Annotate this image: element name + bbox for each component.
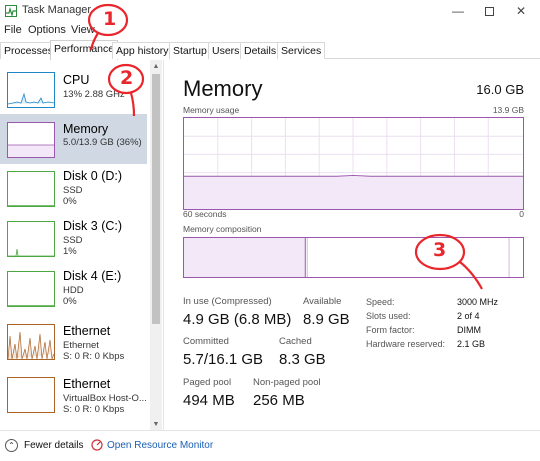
chevron-up-icon[interactable]: ⌃ xyxy=(5,439,18,452)
maximize-button[interactable] xyxy=(474,2,504,20)
memory-composition-label: Memory composition xyxy=(183,224,262,234)
hardware-reserved-label: Hardware reserved: xyxy=(366,339,446,349)
menu-options[interactable]: Options xyxy=(28,24,66,36)
cached-value: 8.3 GB xyxy=(279,351,326,368)
disk-thumbnail-graph xyxy=(7,271,55,307)
resource-name: Memory xyxy=(63,122,109,136)
tab-users[interactable]: Users xyxy=(208,42,244,59)
form-factor-label: Form factor: xyxy=(366,325,415,335)
tab-services[interactable]: Services xyxy=(277,42,326,59)
available-value: 8.9 GB xyxy=(303,311,350,328)
menu-bar: File Options View xyxy=(0,22,540,40)
annotation-number-1: 1 xyxy=(103,8,117,30)
composition-in-use xyxy=(184,238,306,277)
disk-thumbnail-graph xyxy=(7,171,55,207)
time-axis-left-label: 60 seconds xyxy=(183,209,227,219)
resource-item-disk-4[interactable]: Disk 4 (E:) HDD 0% xyxy=(0,265,147,315)
form-factor-value: DIMM xyxy=(457,325,481,335)
speed-value: 3000 MHz xyxy=(457,297,499,307)
maximize-icon xyxy=(484,6,494,16)
cached-label: Cached xyxy=(279,336,312,347)
resource-list: CPU 13% 2.88 GHz Memory 5.0/13.9 GB (36%… xyxy=(0,60,160,430)
ethernet-thumbnail-graph xyxy=(7,324,55,360)
resource-usage: 1% xyxy=(63,246,77,257)
memory-composition-bar xyxy=(183,237,524,278)
resource-detail: SSD xyxy=(63,235,83,246)
resource-name: Disk 4 (E:) xyxy=(63,269,122,283)
scroll-up-arrow-icon[interactable]: ▲ xyxy=(150,60,162,72)
resource-name: Disk 3 (C:) xyxy=(63,219,123,233)
slots-used-value: 2 of 4 xyxy=(457,311,480,321)
time-axis-right-label: 0 xyxy=(519,209,524,219)
resource-usage: 0% xyxy=(63,296,77,307)
resource-detail: 5.0/13.9 GB (36%) xyxy=(63,137,142,148)
close-button[interactable]: ✕ xyxy=(506,2,536,20)
menu-file[interactable]: File xyxy=(4,24,22,36)
resource-name: Ethernet xyxy=(63,324,111,338)
annotation-number-3: 3 xyxy=(433,239,447,261)
in-use-label: In use (Compressed) xyxy=(183,296,272,307)
paged-pool-label: Paged pool xyxy=(183,377,232,388)
memory-usage-area xyxy=(184,175,523,209)
tab-startup[interactable]: Startup xyxy=(169,42,211,59)
memory-usage-label: Memory usage xyxy=(183,105,240,115)
slots-used-label: Slots used: xyxy=(366,311,411,321)
memory-total: 16.0 GB xyxy=(476,82,524,97)
footer-bar: ⌃ Fewer details Open Resource Monitor xyxy=(0,430,540,461)
annotation-number-2: 2 xyxy=(120,67,134,89)
menu-view[interactable]: View xyxy=(71,24,95,36)
resource-list-scrollbar[interactable]: ▲ ▼ xyxy=(150,60,162,430)
resource-detail: Ethernet xyxy=(63,340,99,351)
tab-processes[interactable]: Processes xyxy=(0,42,58,59)
committed-value: 5.7/16.1 GB xyxy=(183,351,264,368)
minimize-button[interactable]: — xyxy=(443,2,473,20)
resource-detail: HDD xyxy=(63,285,84,296)
cpu-thumbnail-graph xyxy=(7,72,55,108)
resource-detail: SSD xyxy=(63,185,83,196)
non-paged-pool-value: 256 MB xyxy=(253,392,305,409)
scroll-down-arrow-icon[interactable]: ▼ xyxy=(150,418,162,430)
resource-name: Ethernet xyxy=(63,377,111,391)
committed-label: Committed xyxy=(183,336,229,347)
resource-usage: S: 0 R: 0 Kbps xyxy=(63,351,125,362)
tab-details[interactable]: Details xyxy=(240,42,281,59)
scrollbar-thumb[interactable] xyxy=(152,74,160,324)
resource-usage: 0% xyxy=(63,196,77,207)
task-manager-app-icon xyxy=(5,5,17,17)
resource-detail: VirtualBox Host-O... xyxy=(63,393,147,404)
memory-usage-max: 13.9 GB xyxy=(492,105,524,115)
memory-usage-graph xyxy=(183,117,524,210)
resource-item-disk-0[interactable]: Disk 0 (D:) SSD 0% xyxy=(0,165,147,215)
resource-item-memory[interactable]: Memory 5.0/13.9 GB (36%) xyxy=(0,114,147,164)
resource-item-disk-3[interactable]: Disk 3 (C:) SSD 1% xyxy=(0,215,147,265)
hardware-reserved-value: 2.1 GB xyxy=(457,339,486,349)
window-title: Task Manager xyxy=(22,4,92,16)
resource-name: CPU xyxy=(63,73,90,87)
speed-label: Speed: xyxy=(366,297,395,307)
task-manager-window: Task Manager — ✕ File Options View Proce… xyxy=(0,0,540,461)
resource-item-ethernet[interactable]: Ethernet Ethernet S: 0 R: 0 Kbps xyxy=(0,316,147,366)
memory-thumbnail-graph xyxy=(7,122,55,158)
minimize-icon: — xyxy=(452,4,464,18)
available-label: Available xyxy=(303,296,342,307)
tab-app-history[interactable]: App history xyxy=(112,42,173,59)
resource-item-ethernet-virtualbox[interactable]: Ethernet VirtualBox Host-O... S: 0 R: 0 … xyxy=(0,369,147,419)
ethernet-thumbnail-graph xyxy=(7,377,55,413)
non-paged-pool-label: Non-paged pool xyxy=(253,377,321,388)
resource-detail: 13% 2.88 GHz xyxy=(63,89,125,100)
resource-monitor-icon xyxy=(91,439,103,451)
paged-pool-value: 494 MB xyxy=(183,392,235,409)
resource-usage: S: 0 R: 0 Kbps xyxy=(63,404,125,415)
page-title: Memory xyxy=(183,76,263,101)
tab-performance[interactable]: Performance xyxy=(50,40,119,60)
disk-thumbnail-graph xyxy=(7,221,55,257)
tab-bar: Processes Performance App history Startu… xyxy=(0,40,540,60)
title-bar: Task Manager — ✕ xyxy=(0,0,540,22)
close-icon: ✕ xyxy=(515,4,527,18)
memory-detail-panel: Memory 16.0 GB Memory usage 13.9 GB 60 s… xyxy=(164,60,540,430)
fewer-details-link[interactable]: Fewer details xyxy=(24,440,83,451)
open-resource-monitor-link[interactable]: Open Resource Monitor xyxy=(107,440,213,451)
resource-name: Disk 0 (D:) xyxy=(63,169,123,183)
in-use-value: 4.9 GB (6.8 MB) xyxy=(183,311,292,328)
